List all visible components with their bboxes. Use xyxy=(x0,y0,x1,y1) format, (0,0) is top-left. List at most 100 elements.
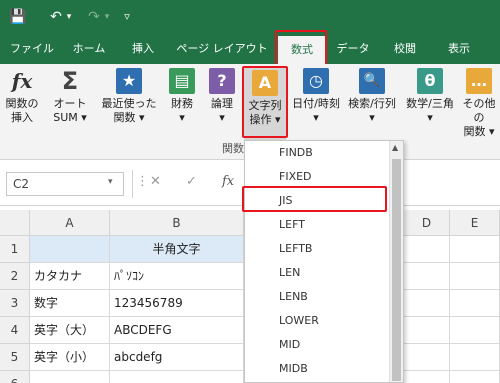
cell-a6[interactable] xyxy=(30,371,110,383)
more-functions-button[interactable]: … その他の 関数 ▾ xyxy=(458,68,500,139)
more-functions-label: その他の xyxy=(462,97,496,124)
menu-item-fixed[interactable]: FIXED xyxy=(245,165,390,189)
cell-d2[interactable] xyxy=(404,263,450,290)
tab-file[interactable]: ファイル xyxy=(4,34,60,64)
tab-view[interactable]: 表示 xyxy=(436,34,482,64)
cell-a2[interactable]: カタカナ xyxy=(30,263,110,290)
menu-item-midb[interactable]: MIDB xyxy=(245,357,390,381)
title-bar: 💾 ↶ ▾ ↷ ▾ ▿ xyxy=(0,0,500,34)
cell-b1[interactable]: 半角文字 xyxy=(110,236,244,263)
row-header-4[interactable]: 4 xyxy=(0,317,30,344)
lookup-reference-button[interactable]: 🔍 検索/行列 ▾ xyxy=(344,68,400,125)
menu-item-left[interactable]: LEFT xyxy=(245,213,390,237)
question-icon: ? xyxy=(209,68,235,94)
more-icon[interactable]: ⋮ xyxy=(136,174,149,189)
cell-e3[interactable] xyxy=(450,290,500,317)
undo-dropdown-icon[interactable]: ▾ xyxy=(64,8,74,26)
date-time-label-2: ▾ xyxy=(313,111,319,124)
cell-b5[interactable]: abcdefg xyxy=(110,344,244,371)
cell-b3[interactable]: 123456789 xyxy=(110,290,244,317)
cell-d4[interactable] xyxy=(404,317,450,344)
logical-label: 論理 xyxy=(211,97,233,110)
scroll-up-icon[interactable]: ▲ xyxy=(392,143,398,152)
column-header-a[interactable]: A xyxy=(30,210,110,236)
row-header-3[interactable]: 3 xyxy=(0,290,30,317)
cell-d3[interactable] xyxy=(404,290,450,317)
menu-item-jis[interactable]: JIS xyxy=(245,189,390,213)
menu-item-len[interactable]: LEN xyxy=(245,261,390,285)
financial-button[interactable]: ▤ 財務 ▾ xyxy=(164,68,200,125)
more-functions-label-2: 関数 ▾ xyxy=(463,125,495,138)
redo-icon[interactable]: ↷ xyxy=(86,8,102,26)
cell-a5[interactable]: 英字（小） xyxy=(30,344,110,371)
tab-page-layout[interactable]: ページ レイアウト xyxy=(172,34,272,64)
star-icon: ★ xyxy=(116,68,142,94)
name-box-dropdown-icon[interactable]: ▾ xyxy=(108,177,113,187)
name-box[interactable]: C2 xyxy=(6,172,124,196)
column-header-d[interactable]: D xyxy=(404,210,450,236)
autosum-button[interactable]: Σ オート SUM ▾ xyxy=(50,68,90,125)
ribbon-tabs: ファイル ホーム 挿入 ページ レイアウト 数式 データ 校閲 表示 xyxy=(0,34,500,64)
row-header-1[interactable]: 1 xyxy=(0,236,30,263)
dropdown-scroll-thumb[interactable] xyxy=(392,159,401,381)
dropdown-scrollbar[interactable]: ▲ xyxy=(389,141,403,382)
math-trig-button[interactable]: θ 数学/三角 ▾ xyxy=(402,68,458,125)
cell-e1[interactable] xyxy=(450,236,500,263)
recently-used-button[interactable]: ★ 最近使った 関数 ▾ xyxy=(98,68,160,125)
recently-used-label: 最近使った xyxy=(101,97,157,110)
menu-item-lenb[interactable]: LENB xyxy=(245,285,390,309)
tab-formulas[interactable]: 数式 xyxy=(278,36,326,64)
row-header-6[interactable]: 6 xyxy=(0,371,30,383)
insert-function-label: 関数の xyxy=(5,97,39,110)
text-functions-button[interactable]: A 文字列 操作 ▾ xyxy=(244,68,286,140)
cell-e6[interactable] xyxy=(450,371,500,383)
financial-label-2: ▾ xyxy=(179,111,185,124)
formula-bar-divider xyxy=(132,170,133,198)
menu-item-lower[interactable]: LOWER xyxy=(245,309,390,333)
column-header-b[interactable]: B xyxy=(110,210,244,236)
redo-dropdown-icon[interactable]: ▾ xyxy=(102,8,112,26)
cell-a3[interactable]: 数字 xyxy=(30,290,110,317)
search-icon: 🔍 xyxy=(359,68,385,94)
cell-d1[interactable] xyxy=(404,236,450,263)
date-time-button[interactable]: ◷ 日付/時刻 ▾ xyxy=(290,68,342,125)
clock-icon: ◷ xyxy=(303,68,329,94)
menu-item-leftb[interactable]: LEFTB xyxy=(245,237,390,261)
tab-home[interactable]: ホーム xyxy=(64,34,114,64)
enter-icon[interactable]: ✓ xyxy=(186,174,197,189)
text-functions-label: 文字列 xyxy=(248,99,282,112)
logical-button[interactable]: ? 論理 ▾ xyxy=(204,68,240,125)
row-header-5[interactable]: 5 xyxy=(0,344,30,371)
sigma-icon: Σ xyxy=(61,67,79,95)
math-trig-label-2: ▾ xyxy=(427,111,433,124)
cell-e2[interactable] xyxy=(450,263,500,290)
tab-data[interactable]: データ xyxy=(330,34,376,64)
text-a-icon: A xyxy=(252,70,278,96)
column-header-e[interactable]: E xyxy=(450,210,500,236)
name-box-value: C2 xyxy=(13,177,30,191)
insert-function-button[interactable]: fx 関数の 挿入 xyxy=(2,68,42,125)
cell-e4[interactable] xyxy=(450,317,500,344)
row-header-2[interactable]: 2 xyxy=(0,263,30,290)
cancel-icon[interactable]: ✕ xyxy=(150,174,161,189)
insert-function-icon[interactable]: fx xyxy=(222,174,234,189)
lookup-reference-label: 検索/行列 xyxy=(348,97,396,110)
cell-d5[interactable] xyxy=(404,344,450,371)
recently-used-label-2: 関数 ▾ xyxy=(113,111,145,124)
select-all-corner[interactable] xyxy=(0,210,30,236)
logical-label-2: ▾ xyxy=(219,111,225,124)
cell-a4[interactable]: 英字（大） xyxy=(30,317,110,344)
tab-insert[interactable]: 挿入 xyxy=(120,34,166,64)
cell-e5[interactable] xyxy=(450,344,500,371)
cell-b4[interactable]: ABCDEFG xyxy=(110,317,244,344)
cell-a1[interactable] xyxy=(30,236,110,263)
save-icon[interactable]: 💾 xyxy=(8,8,28,26)
tab-review[interactable]: 校閲 xyxy=(382,34,428,64)
undo-icon[interactable]: ↶ xyxy=(48,8,64,26)
customize-qat-icon[interactable]: ▿ xyxy=(120,8,134,26)
cell-d6[interactable] xyxy=(404,371,450,383)
menu-item-findb[interactable]: FINDB xyxy=(245,141,390,165)
menu-item-mid[interactable]: MID xyxy=(245,333,390,357)
cell-b2[interactable]: ﾊﾟｿｺﾝ xyxy=(110,263,244,290)
cell-b6[interactable] xyxy=(110,371,244,383)
